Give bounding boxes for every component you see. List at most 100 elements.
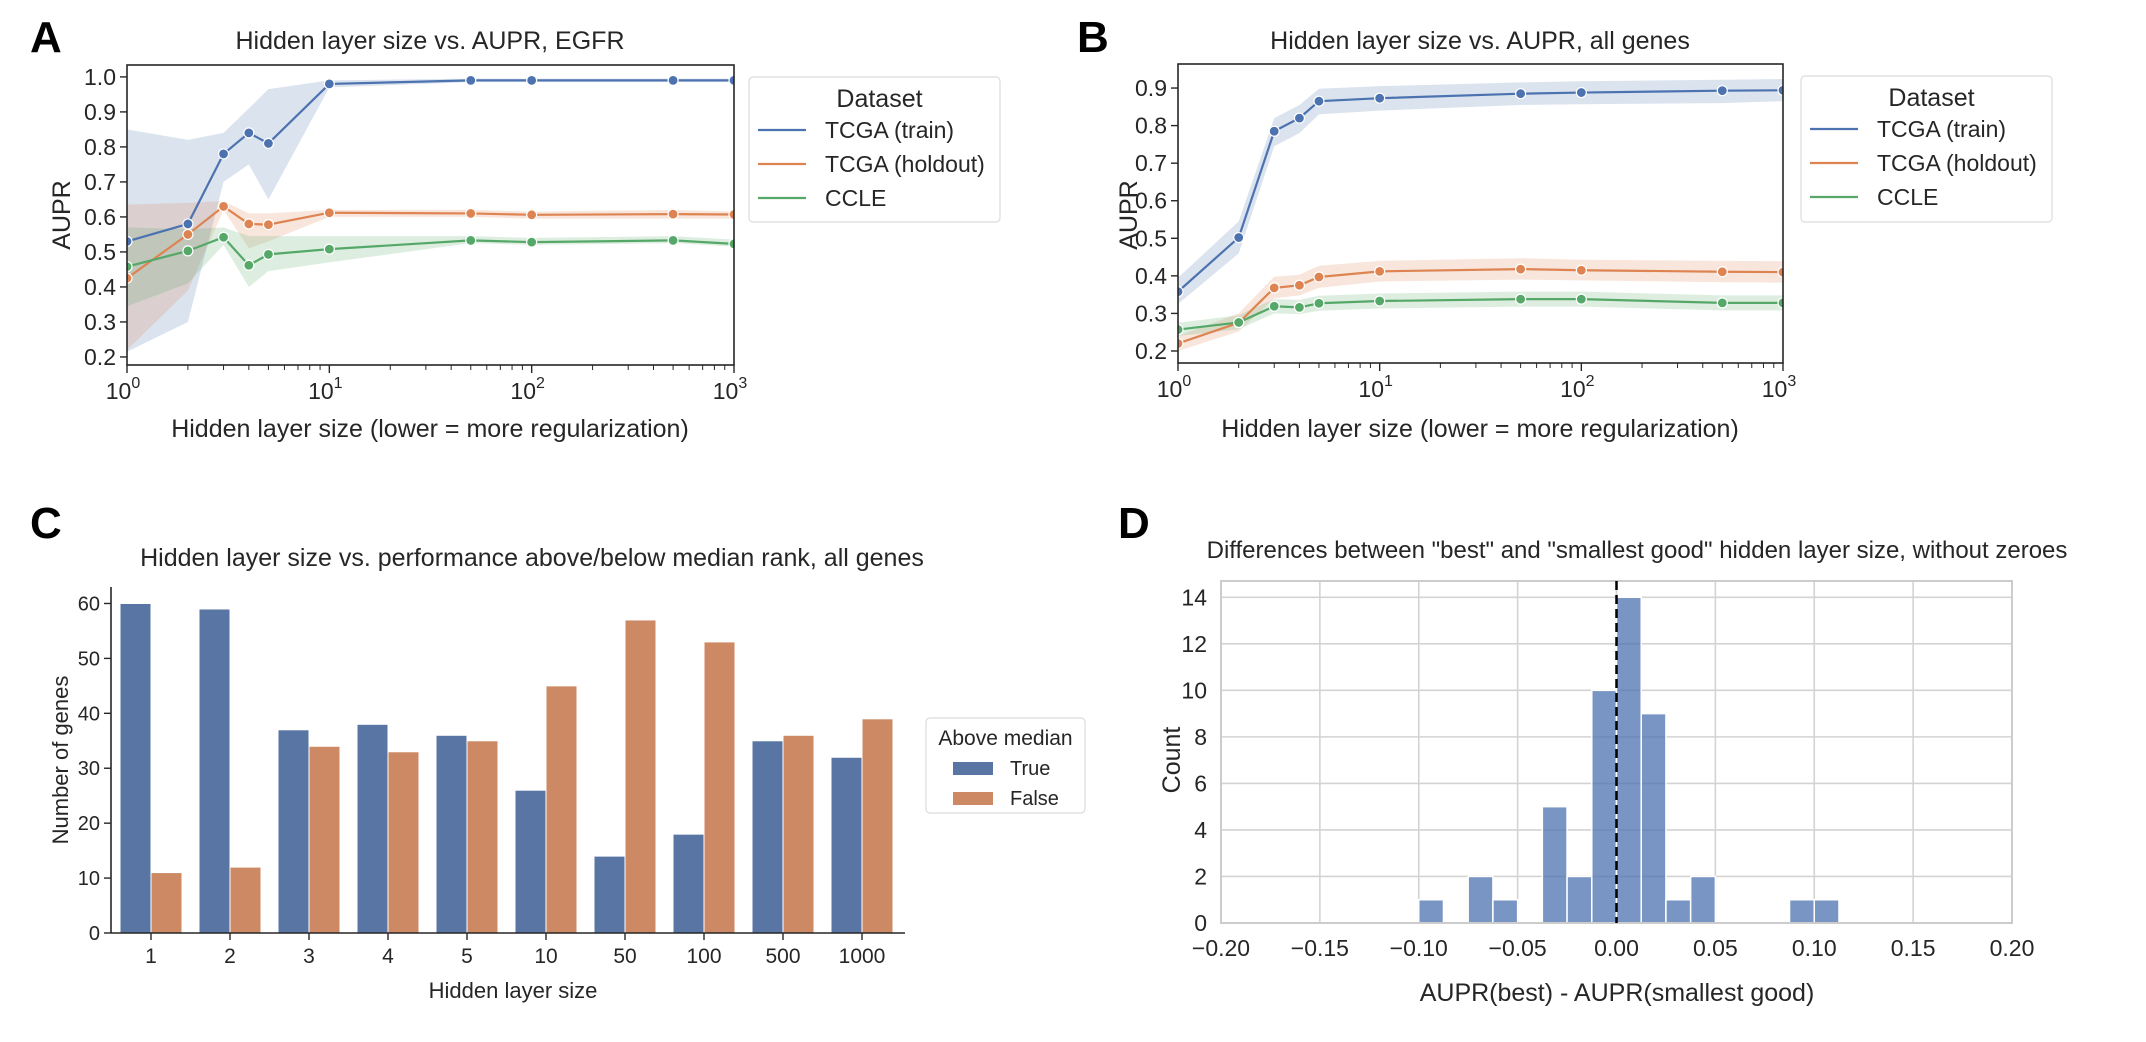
y-tick-label: 0 xyxy=(1194,910,1207,936)
histogram-bar xyxy=(1665,898,1692,924)
data-point xyxy=(323,207,335,219)
data-point xyxy=(182,228,194,241)
y-tick-label: 1.0 xyxy=(84,64,116,90)
data-point xyxy=(243,218,255,230)
histogram-bar xyxy=(1566,875,1593,924)
data-point xyxy=(526,209,538,221)
legend-swatch-false xyxy=(953,792,993,805)
bar-false-3 xyxy=(308,745,341,934)
bar-true-500 xyxy=(751,740,784,934)
data-point xyxy=(1233,316,1245,329)
legend-label-2: CCLE xyxy=(825,185,886,211)
x-tick-base: 10 xyxy=(713,378,739,404)
panel-a-title: Hidden layer size vs. AUPR, EGFR xyxy=(235,27,624,55)
y-tick-label: 0.7 xyxy=(1135,150,1167,176)
bar-false-500 xyxy=(782,734,815,934)
y-tick-label: 2 xyxy=(1194,863,1207,889)
histogram-bar xyxy=(1418,898,1445,924)
y-tick-label: 0.8 xyxy=(84,134,116,160)
x-tick-label: −0.15 xyxy=(1291,935,1349,961)
x-tick-label: 0.15 xyxy=(1891,935,1936,961)
bar-true-1 xyxy=(119,602,152,934)
panel-c-ylabel: Number of genes xyxy=(48,676,73,845)
y-tick-label: 0.8 xyxy=(1135,113,1167,139)
x-tick-label: 100 xyxy=(1157,373,1192,402)
histogram-bar xyxy=(1640,712,1667,924)
x-tick-label: 101 xyxy=(308,375,343,404)
legend-swatch-true xyxy=(953,762,993,775)
y-tick-label: 0.6 xyxy=(84,204,116,230)
x-tick-exponent: 1 xyxy=(1384,373,1393,390)
series-layer xyxy=(1178,79,1783,351)
data-point xyxy=(262,248,275,260)
data-point xyxy=(1374,265,1386,277)
data-point xyxy=(1374,92,1386,104)
data-point xyxy=(1313,271,1325,283)
panel-c-title: Hidden layer size vs. performance above/… xyxy=(140,544,924,572)
x-tick-label: 0.20 xyxy=(1990,935,2035,961)
x-tick-exponent: 3 xyxy=(1787,373,1796,390)
data-point xyxy=(1293,112,1306,124)
y-tick-label: 40 xyxy=(78,703,100,725)
bar-false-100 xyxy=(703,641,736,934)
data-point xyxy=(526,74,538,87)
histogram-bar xyxy=(1615,596,1642,924)
x-tick-label: 2 xyxy=(224,945,236,968)
y-tick-label: 0.3 xyxy=(1135,300,1167,326)
data-point xyxy=(262,219,275,231)
axes-frame xyxy=(1177,63,1784,364)
bar-true-3 xyxy=(277,729,310,934)
series-layer xyxy=(127,74,734,352)
bar-false-4 xyxy=(387,751,420,934)
y-tick-label: 0.2 xyxy=(84,344,116,370)
data-point xyxy=(1233,231,1245,244)
y-tick-label: 0.7 xyxy=(84,169,116,195)
data-point xyxy=(1716,266,1728,278)
data-point xyxy=(243,127,255,139)
panel-label-a: A xyxy=(30,13,62,62)
y-tick-label: 0.2 xyxy=(1135,338,1167,364)
y-tick-label: 12 xyxy=(1181,631,1207,657)
bar-true-100 xyxy=(672,833,705,934)
x-tick-base: 10 xyxy=(308,378,334,404)
x-tick-label: −0.05 xyxy=(1489,935,1547,961)
histogram-bar xyxy=(1689,875,1717,924)
x-tick-label: 10 xyxy=(534,945,557,968)
bar-true-10 xyxy=(514,789,547,934)
legend-title: Dataset xyxy=(1888,84,1974,112)
x-tick-label: 5 xyxy=(461,945,473,968)
data-point xyxy=(1293,279,1306,291)
data-point xyxy=(1575,293,1587,305)
x-tick-label: 0.00 xyxy=(1594,935,1639,961)
x-tick-label: 50 xyxy=(613,945,636,968)
y-tick-label: 0.4 xyxy=(1135,263,1167,289)
x-tick-base: 10 xyxy=(510,378,536,404)
y-tick-label: 10 xyxy=(1181,677,1207,703)
data-point xyxy=(1515,88,1527,100)
data-point xyxy=(667,208,679,220)
data-point xyxy=(1716,85,1728,97)
y-tick-label: 60 xyxy=(78,593,100,615)
x-tick-exponent: 0 xyxy=(131,375,140,392)
histogram-bar xyxy=(1467,875,1494,924)
panel-label-d: D xyxy=(1118,499,1150,548)
x-tick-label: 101 xyxy=(1358,373,1393,402)
y-tick-label: 8 xyxy=(1194,724,1207,750)
x-tick-label: 500 xyxy=(765,945,800,968)
panel-d-plot-area: −0.20 −0.15 −0.10 −0.05 0.00 0.05 0.10 0.15 0.20… xyxy=(1181,580,2035,961)
x-tick-label: −0.20 xyxy=(1192,935,1250,961)
y-tick-label: 0.9 xyxy=(84,99,116,125)
panel-a-line-chart: Hidden layer size vs. AUPR, EGFR 0.2 0.3 0… xyxy=(48,27,1001,443)
x-tick-exponent: 1 xyxy=(334,375,343,392)
legend-title: Dataset xyxy=(836,85,922,113)
x-tick-label: 0.10 xyxy=(1792,935,1837,961)
x-tick-exponent: 0 xyxy=(1182,373,1191,390)
histogram-bar xyxy=(1813,898,1840,924)
data-point xyxy=(1268,300,1280,312)
y-tick-label: 0.3 xyxy=(84,309,116,335)
x-tick-label: 103 xyxy=(713,375,748,404)
histogram-bar xyxy=(1591,689,1618,924)
data-point xyxy=(323,243,335,255)
data-point xyxy=(1374,295,1386,307)
panel-b-plot-area: 0.20.30.40.50.60.70.80.9100 101 102 103Data… xyxy=(1135,63,2053,402)
